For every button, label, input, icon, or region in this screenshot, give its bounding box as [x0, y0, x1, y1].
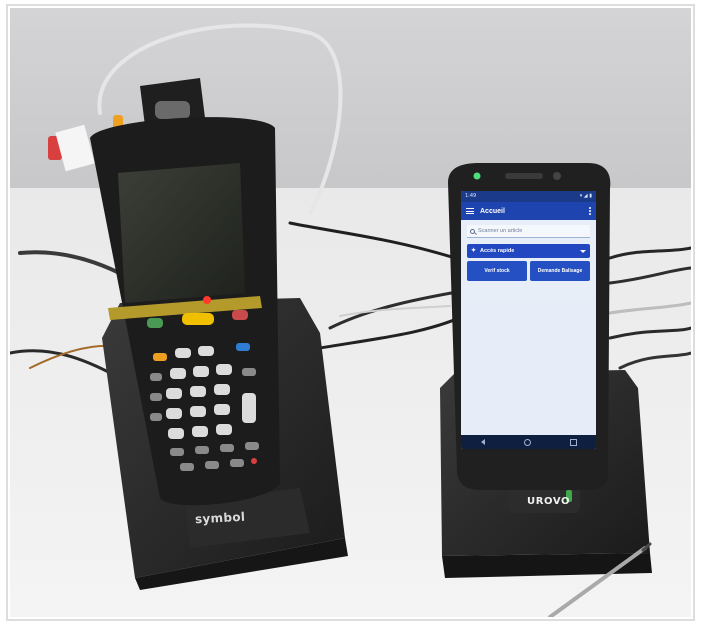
- red-key: [232, 310, 248, 320]
- symbol-logo: symbol: [194, 509, 246, 527]
- labeling-request-button[interactable]: Demande Balisage: [530, 261, 590, 281]
- quick-actions-label: Accès rapide: [480, 248, 515, 254]
- photo: 1:49 ▾ ◢ ▮ Accueil Scanner un article ✦ …: [10, 8, 691, 617]
- red-dot-key: [251, 458, 257, 464]
- status-time: 1:49: [465, 193, 477, 199]
- blue-key: [236, 343, 250, 351]
- green-key: [147, 318, 163, 328]
- status-icons: ▾ ◢ ▮: [579, 193, 592, 199]
- scan-trigger-key: [182, 313, 214, 325]
- speaker-slot: [505, 173, 543, 179]
- orange-key: [153, 353, 167, 361]
- more-options-icon[interactable]: [589, 207, 591, 215]
- hamburger-menu-icon[interactable]: [466, 208, 474, 214]
- photo-frame: 1:49 ▾ ◢ ▮ Accueil Scanner un article ✦ …: [0, 0, 701, 625]
- app-title: Accueil: [480, 207, 505, 215]
- scanner-grill: [155, 101, 190, 119]
- front-camera: [553, 172, 561, 180]
- screen-body: [461, 301, 596, 435]
- quick-actions-header[interactable]: ✦ Accès rapide: [467, 244, 590, 258]
- app-bar: Accueil: [461, 202, 596, 220]
- scan-led-red: [203, 296, 211, 304]
- front-led: [473, 172, 481, 180]
- verify-stock-button[interactable]: Verif stock: [467, 261, 527, 281]
- phone-screen: 1:49 ▾ ◢ ▮ Accueil Scanner un article ✦ …: [461, 191, 596, 449]
- quick-actions-grid: Verif stock Demande Balisage: [467, 261, 590, 281]
- search-placeholder: Scanner un article: [478, 228, 523, 234]
- recent-apps-icon[interactable]: [569, 438, 577, 446]
- search-icon: [470, 228, 475, 234]
- chevron-down-icon: [580, 249, 586, 253]
- status-bar: 1:49 ▾ ◢ ▮: [461, 191, 596, 202]
- scan-search-field[interactable]: Scanner un article: [467, 225, 590, 238]
- home-icon[interactable]: [523, 438, 531, 446]
- android-nav-bar: [461, 435, 596, 449]
- urovo-logo: UROVO: [527, 496, 571, 507]
- bolt-icon: ✦: [471, 248, 477, 254]
- terminal-screen: [118, 163, 245, 303]
- back-icon[interactable]: [480, 439, 485, 445]
